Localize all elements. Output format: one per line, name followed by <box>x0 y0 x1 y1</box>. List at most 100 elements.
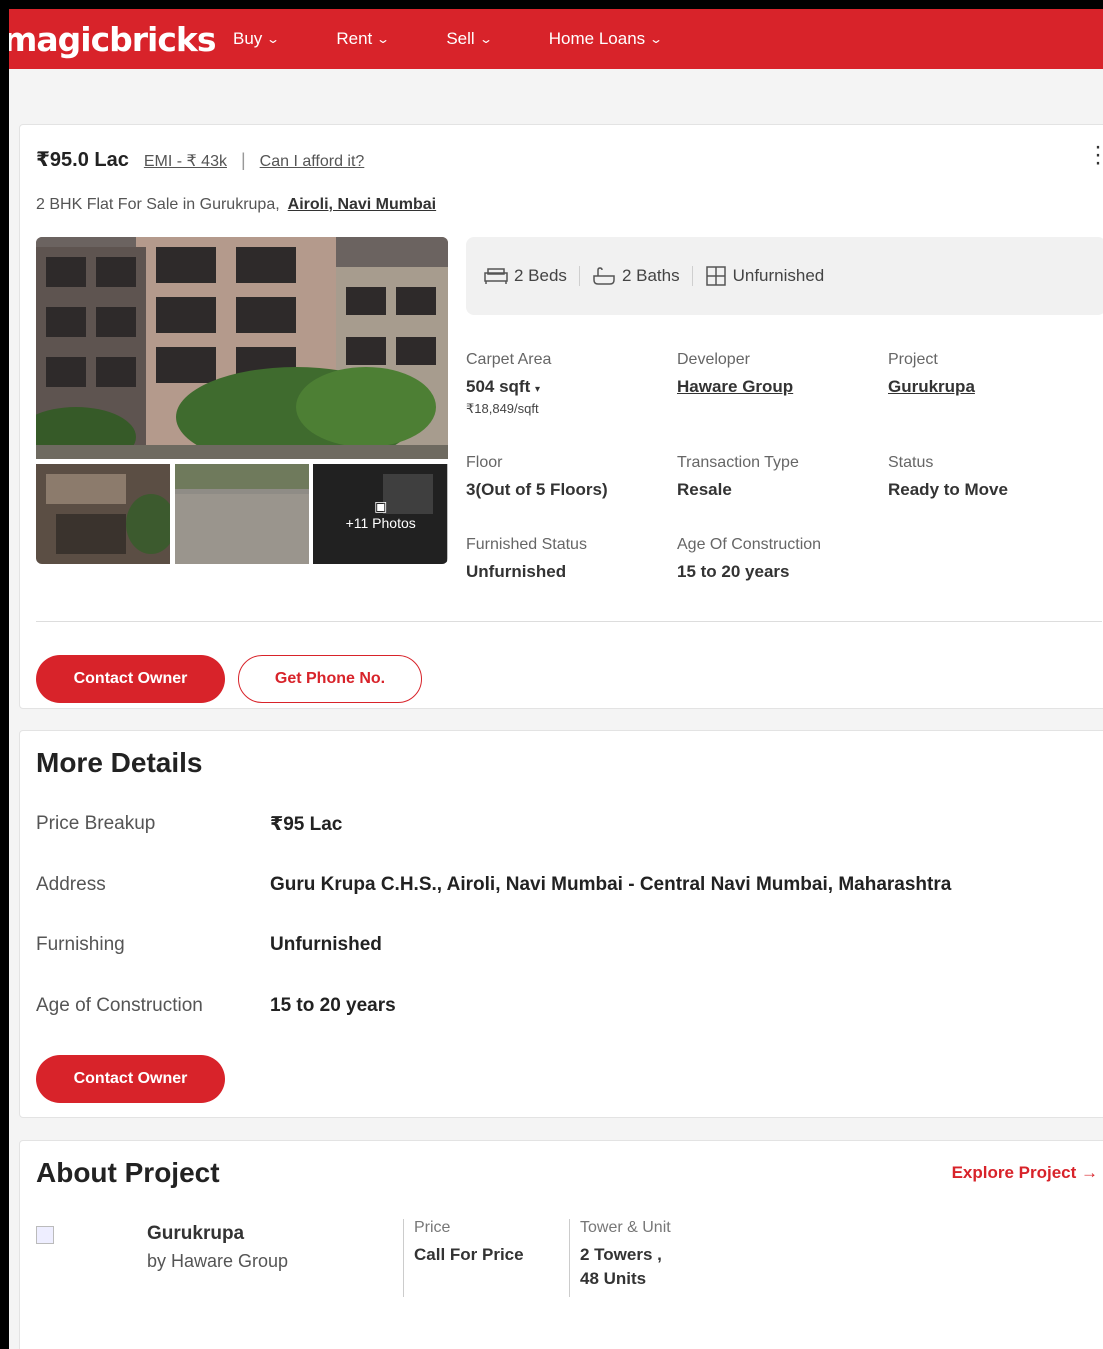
detail-value: Guru Krupa C.H.S., Airoli, Navi Mumbai -… <box>270 874 952 895</box>
afford-link[interactable]: Can I afford it? <box>260 153 365 171</box>
attr-value: 3(Out of 5 Floors) <box>466 480 608 499</box>
divider: | <box>240 150 246 170</box>
attr-label: Age Of Construction <box>677 536 822 553</box>
project-tower-value: 2 Towers , 48 Units <box>580 1243 671 1291</box>
more-photos-label: +11 Photos <box>345 514 416 531</box>
thumbnail-image <box>174 464 309 564</box>
about-project-card: About Project Explore Project → Gurukrup… <box>19 1140 1103 1349</box>
chevron-down-icon: ⌄ <box>649 32 664 46</box>
detail-row-address: Address Guru Krupa C.H.S., Airoli, Navi … <box>36 874 951 896</box>
nav-sell-label: Sell <box>446 29 475 48</box>
attr-value: Ready to Move <box>888 480 1008 499</box>
listing-price: ₹95.0 Lac <box>36 149 129 171</box>
divider <box>36 621 1102 622</box>
tower-count: 2 Towers , <box>580 1245 662 1264</box>
detail-key: Price Breakup <box>36 813 156 834</box>
detail-value: 15 to 20 years <box>270 995 396 1016</box>
building-photo <box>36 237 448 459</box>
camera-icon: ▣ <box>374 497 388 514</box>
nav-sell[interactable]: Sell ⌄ <box>446 29 493 49</box>
feature-furnishing: Unfurnished <box>691 266 837 286</box>
top-nav-bar: magicbricks Buy ⌄ Rent ⌄ Sell ⌄ Home Loa… <box>9 9 1103 69</box>
bathtub-icon <box>593 267 615 285</box>
attr-carpet-area: Carpet Area 504 sqft ▾ ₹18,849/sqft <box>466 351 551 417</box>
nav-rent[interactable]: Rent ⌄ <box>336 29 391 49</box>
attr-age-of-construction: Age Of Construction 15 to 20 years <box>677 536 821 582</box>
project-price-value: Call For Price <box>414 1245 524 1264</box>
detail-row-furnishing: Furnishing Unfurnished <box>36 934 382 956</box>
magicbricks-logo[interactable]: magicbricks <box>9 20 227 59</box>
project-name[interactable]: Gurukrupa <box>147 1223 244 1245</box>
bed-icon <box>484 268 508 284</box>
detail-key: Furnishing <box>36 934 125 955</box>
feature-beds: 2 Beds <box>472 266 579 286</box>
attr-label: Developer <box>677 351 750 368</box>
caret-down-icon: ▾ <box>534 384 541 395</box>
detail-key: Address <box>36 874 106 895</box>
feature-bar: 2 Beds 2 Baths Unfurnished <box>466 237 1103 315</box>
attr-subvalue: ₹18,849/sqft <box>466 401 539 416</box>
attr-furnished-status: Furnished Status Unfurnished <box>466 536 587 582</box>
nav-home-loans[interactable]: Home Loans ⌄ <box>548 29 664 49</box>
attr-value: Unfurnished <box>466 562 567 581</box>
chevron-down-icon: ⌄ <box>266 32 281 46</box>
detail-row-price: Price Breakup ₹95 Lac <box>36 813 342 836</box>
developer-link[interactable]: Haware Group <box>677 377 793 397</box>
chevron-down-icon: ⌄ <box>478 32 493 46</box>
attr-label: Status <box>888 454 934 471</box>
more-photos-overlay: ▣ +11 Photos <box>313 464 449 564</box>
price-row: ₹95.0 Lac EMI - ₹ 43k | Can I afford it? <box>36 147 364 172</box>
project-link[interactable]: Gurukrupa <box>888 377 975 397</box>
listing-card: ₹95.0 Lac EMI - ₹ 43k | Can I afford it?… <box>19 124 1103 709</box>
more-details-card: More Details Price Breakup ₹95 Lac Addre… <box>19 730 1103 1118</box>
detail-key: Age of Construction <box>36 995 203 1016</box>
photo-thumbnails: ▣ +11 Photos <box>36 464 449 564</box>
chevron-down-icon: ⌄ <box>376 32 391 46</box>
attr-status: Status Ready to Move <box>888 454 1008 500</box>
detail-value: ₹95 Lac <box>270 814 343 835</box>
attr-label: Furnished Status <box>466 536 587 553</box>
project-price-label: Price <box>414 1219 451 1236</box>
furniture-icon <box>705 266 726 286</box>
location-link[interactable]: Airoli, Navi Mumbai <box>288 196 436 213</box>
attr-transaction-type: Transaction Type Resale <box>677 454 799 500</box>
attr-label: Carpet Area <box>466 351 552 368</box>
contact-owner-button[interactable]: Contact Owner <box>36 655 225 703</box>
beds-label: 2 Beds <box>514 266 567 285</box>
nav-rent-label: Rent <box>336 29 373 48</box>
detail-value: Unfurnished <box>270 934 382 955</box>
project-price-col: Price Call For Price <box>403 1219 524 1297</box>
explore-project-link[interactable]: Explore Project → <box>952 1163 1098 1183</box>
emi-link[interactable]: EMI - ₹ 43k <box>144 151 227 171</box>
listing-title-text: 2 BHK Flat For Sale in Gurukrupa, <box>36 196 280 213</box>
main-nav: Buy ⌄ Rent ⌄ Sell ⌄ Home Loans ⌄ <box>233 29 719 49</box>
page-frame: magicbricks Buy ⌄ Rent ⌄ Sell ⌄ Home Loa… <box>9 9 1103 1349</box>
more-options-icon[interactable]: · · · <box>1094 135 1102 175</box>
attr-label: Project <box>888 351 938 368</box>
more-details-title: More Details <box>36 747 203 778</box>
main-photo[interactable] <box>36 237 448 459</box>
nav-buy-label: Buy <box>233 29 263 48</box>
listing-title: 2 BHK Flat For Sale in Gurukrupa, Airoli,… <box>36 196 436 214</box>
nav-buy[interactable]: Buy ⌄ <box>233 29 281 49</box>
project-tower-label: Tower & Unit <box>580 1219 671 1236</box>
thumbnail-2[interactable] <box>174 464 310 564</box>
attr-floor: Floor 3(Out of 5 Floors) <box>466 454 608 500</box>
thumbnail-image <box>36 464 171 564</box>
attr-project: Project Gurukrupa <box>888 351 975 397</box>
get-phone-button[interactable]: Get Phone No. <box>238 655 422 703</box>
project-image-icon <box>36 1226 54 1244</box>
detail-row-age: Age of Construction 15 to 20 years <box>36 995 396 1017</box>
furnishing-label: Unfurnished <box>732 266 825 285</box>
nav-home-loans-label: Home Loans <box>548 29 646 48</box>
thumbnail-more-photos[interactable]: ▣ +11 Photos <box>313 464 449 564</box>
attr-developer: Developer Haware Group <box>677 351 793 397</box>
contact-owner-button-2[interactable]: Contact Owner <box>36 1055 225 1103</box>
baths-label: 2 Baths <box>621 266 680 285</box>
unit-count: 48 Units <box>580 1269 647 1288</box>
attr-label: Transaction Type <box>677 454 799 471</box>
attr-value[interactable]: 504 sqft ▾ <box>466 377 551 397</box>
thumbnail-1[interactable] <box>36 464 171 564</box>
project-developer: by Haware Group <box>147 1251 289 1271</box>
attr-value: 15 to 20 years <box>677 562 790 581</box>
